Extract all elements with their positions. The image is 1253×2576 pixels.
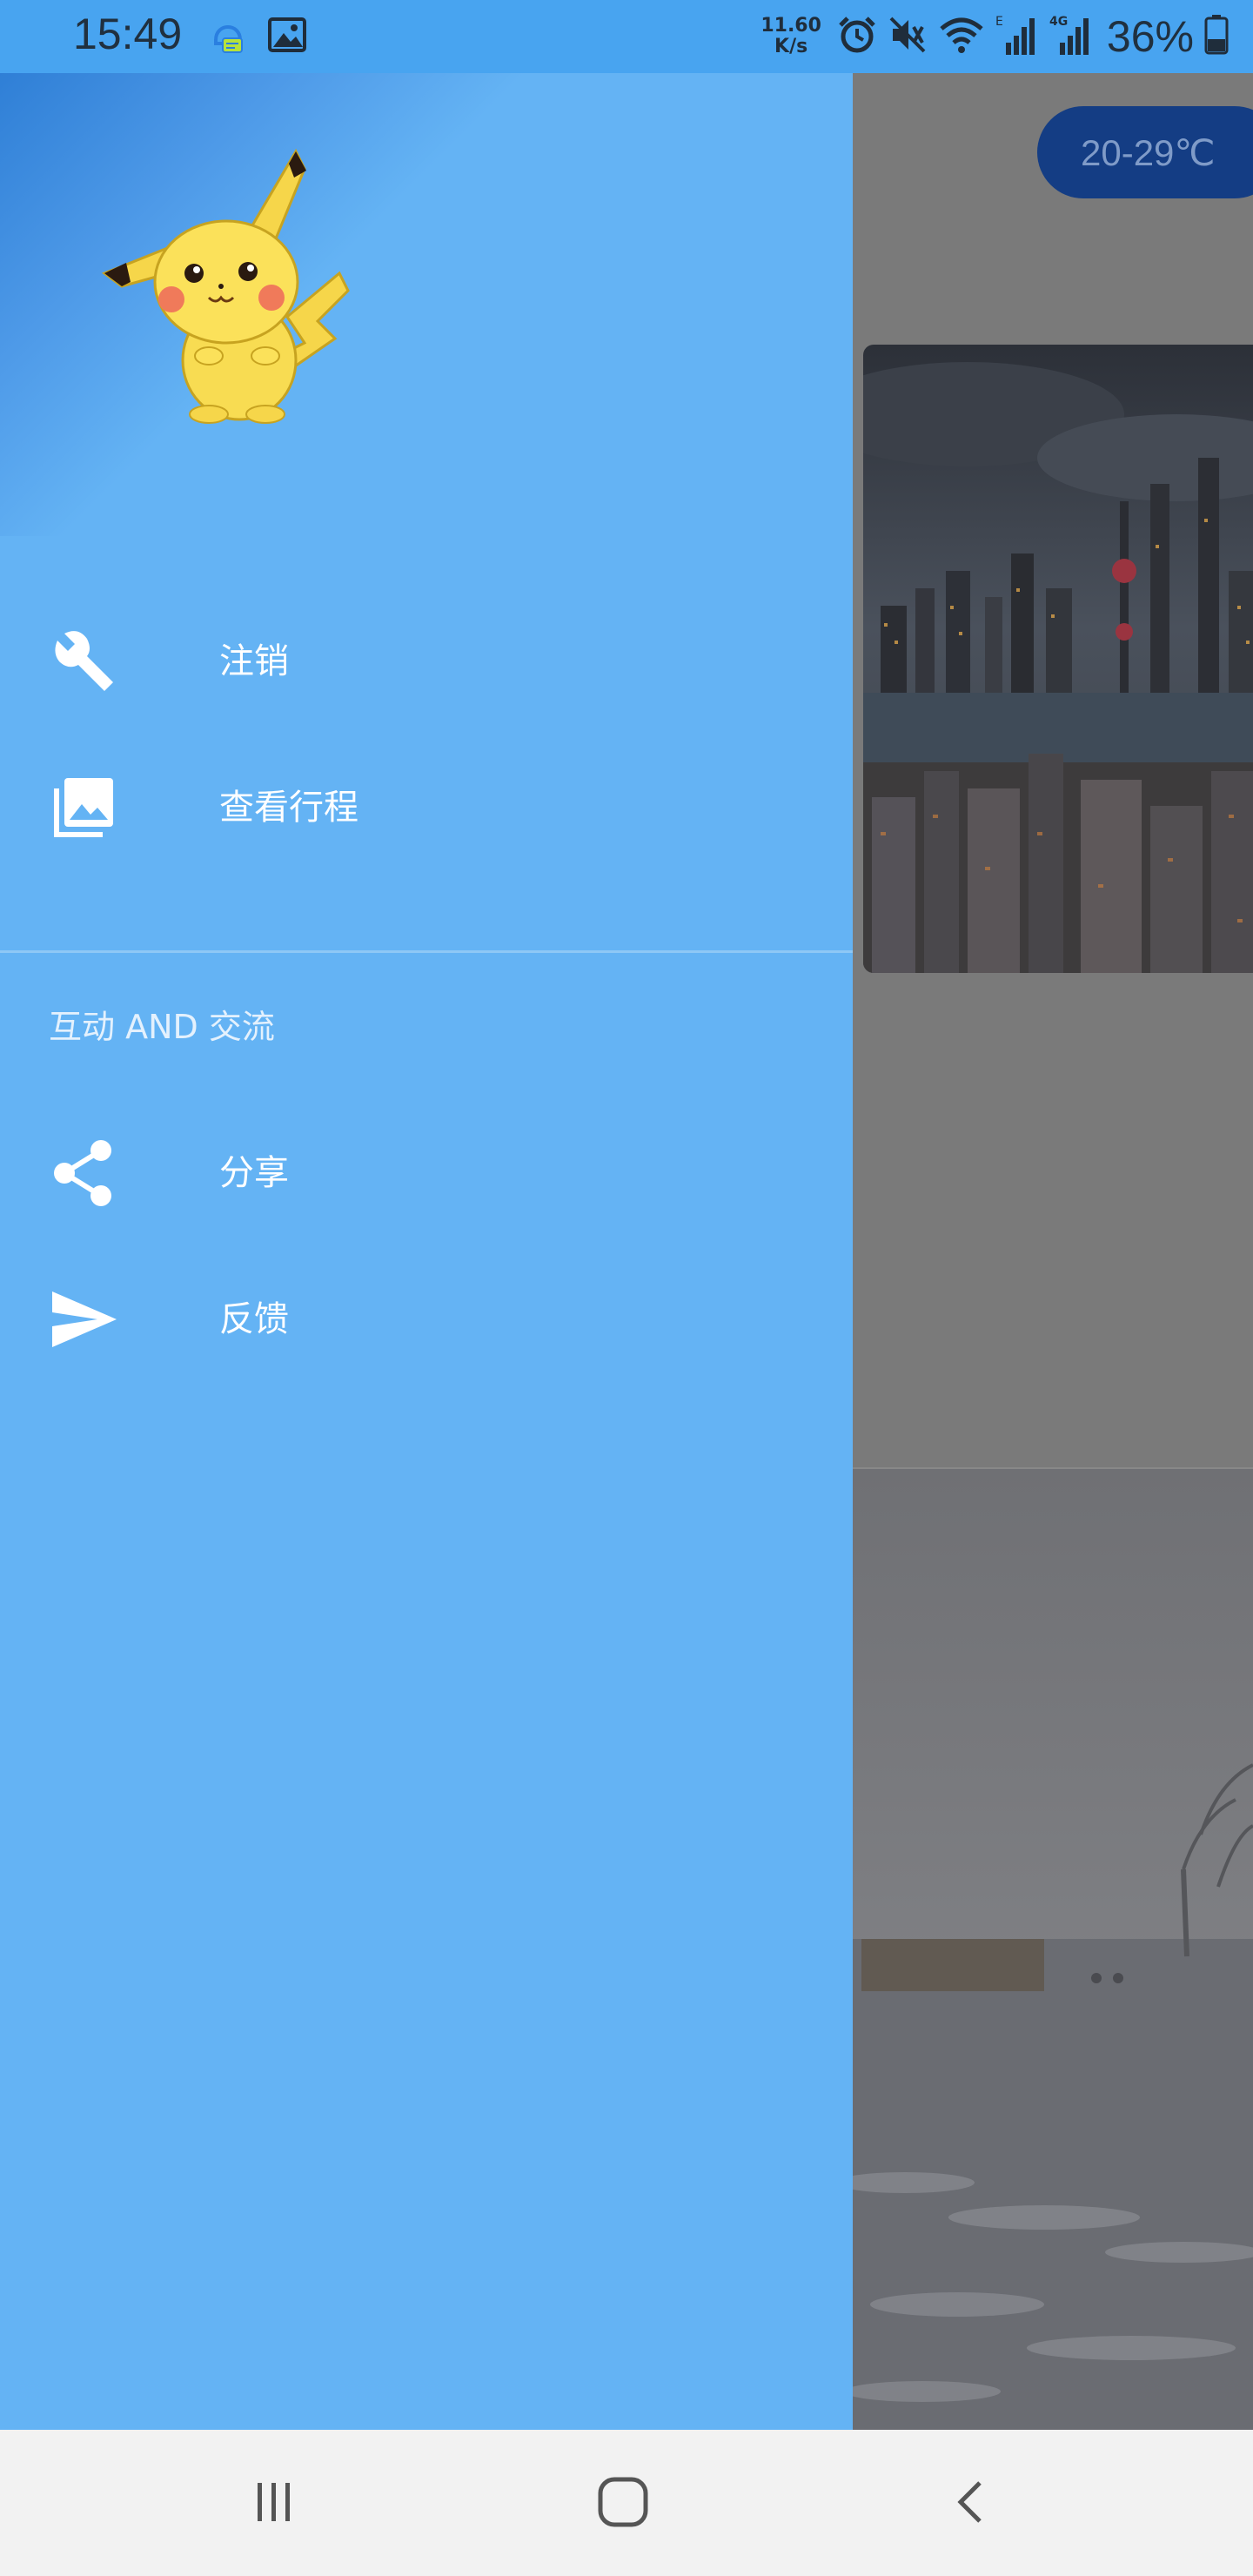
net-speed: 11.60 K/s (761, 16, 821, 57)
status-bar: 15:49 11.60 K/s E 4G 36% (0, 0, 1253, 73)
mute-icon (888, 15, 928, 58)
send-icon (49, 1285, 118, 1354)
battery-percent: 36% (1106, 12, 1194, 61)
menu-section-title: 互动 AND 交流 (49, 1008, 275, 1046)
temperature-badge[interactable]: 20-29℃ (1037, 106, 1253, 198)
menu-item-feedback[interactable]: 反馈 (0, 1246, 853, 1392)
battery-icon (1204, 15, 1229, 58)
notification-app-icon (209, 14, 247, 59)
home-icon (595, 2474, 651, 2533)
menu-item-label: 分享 (219, 1153, 289, 1193)
home-button[interactable] (571, 2465, 675, 2543)
back-button[interactable] (921, 2465, 1025, 2543)
drawer-header (0, 73, 853, 536)
net-speed-unit: K/s (774, 36, 808, 57)
menu-item-label: 注销 (219, 641, 289, 681)
menu-item-label: 反馈 (219, 1299, 289, 1339)
svg-text:E: E (995, 15, 1003, 29)
svg-text:4G: 4G (1049, 15, 1068, 29)
city-image-card[interactable] (863, 345, 1253, 973)
alarm-icon (837, 15, 877, 58)
menu-item-logout[interactable]: 注销 (0, 588, 853, 735)
system-navigation-bar (0, 2430, 1253, 2576)
navigation-drawer: 注销 查看行程 互动 AND 交流 分享 反馈 (0, 73, 853, 2430)
status-time: 15:49 (73, 10, 183, 58)
recents-icon (247, 2476, 299, 2532)
main-content: 20-29℃ (853, 73, 1253, 2430)
back-icon (947, 2476, 999, 2532)
menu-section-divider (0, 950, 853, 953)
image-icon (268, 17, 306, 56)
recents-button[interactable] (221, 2465, 325, 2543)
menu-item-view-itinerary[interactable]: 查看行程 (0, 735, 853, 881)
signal-e-icon: E (995, 13, 1039, 60)
city-skyline-image (863, 345, 1253, 973)
temperature-text: 20-29℃ (1081, 131, 1216, 173)
menu-item-label: 查看行程 (219, 788, 358, 828)
status-left-icons (209, 16, 306, 57)
status-right-icons: 11.60 K/s E 4G 36% (761, 10, 1229, 63)
wifi-icon (938, 15, 985, 58)
pikachu-avatar[interactable] (87, 143, 365, 430)
menu-item-share[interactable]: 分享 (0, 1100, 853, 1246)
net-speed-value: 11.60 (761, 15, 821, 37)
photo-library-icon (49, 773, 118, 842)
wrench-icon (49, 627, 118, 696)
signal-4g-icon: 4G (1049, 13, 1093, 60)
snow-scene-image[interactable] (853, 1469, 1253, 2430)
share-icon (49, 1138, 118, 1208)
